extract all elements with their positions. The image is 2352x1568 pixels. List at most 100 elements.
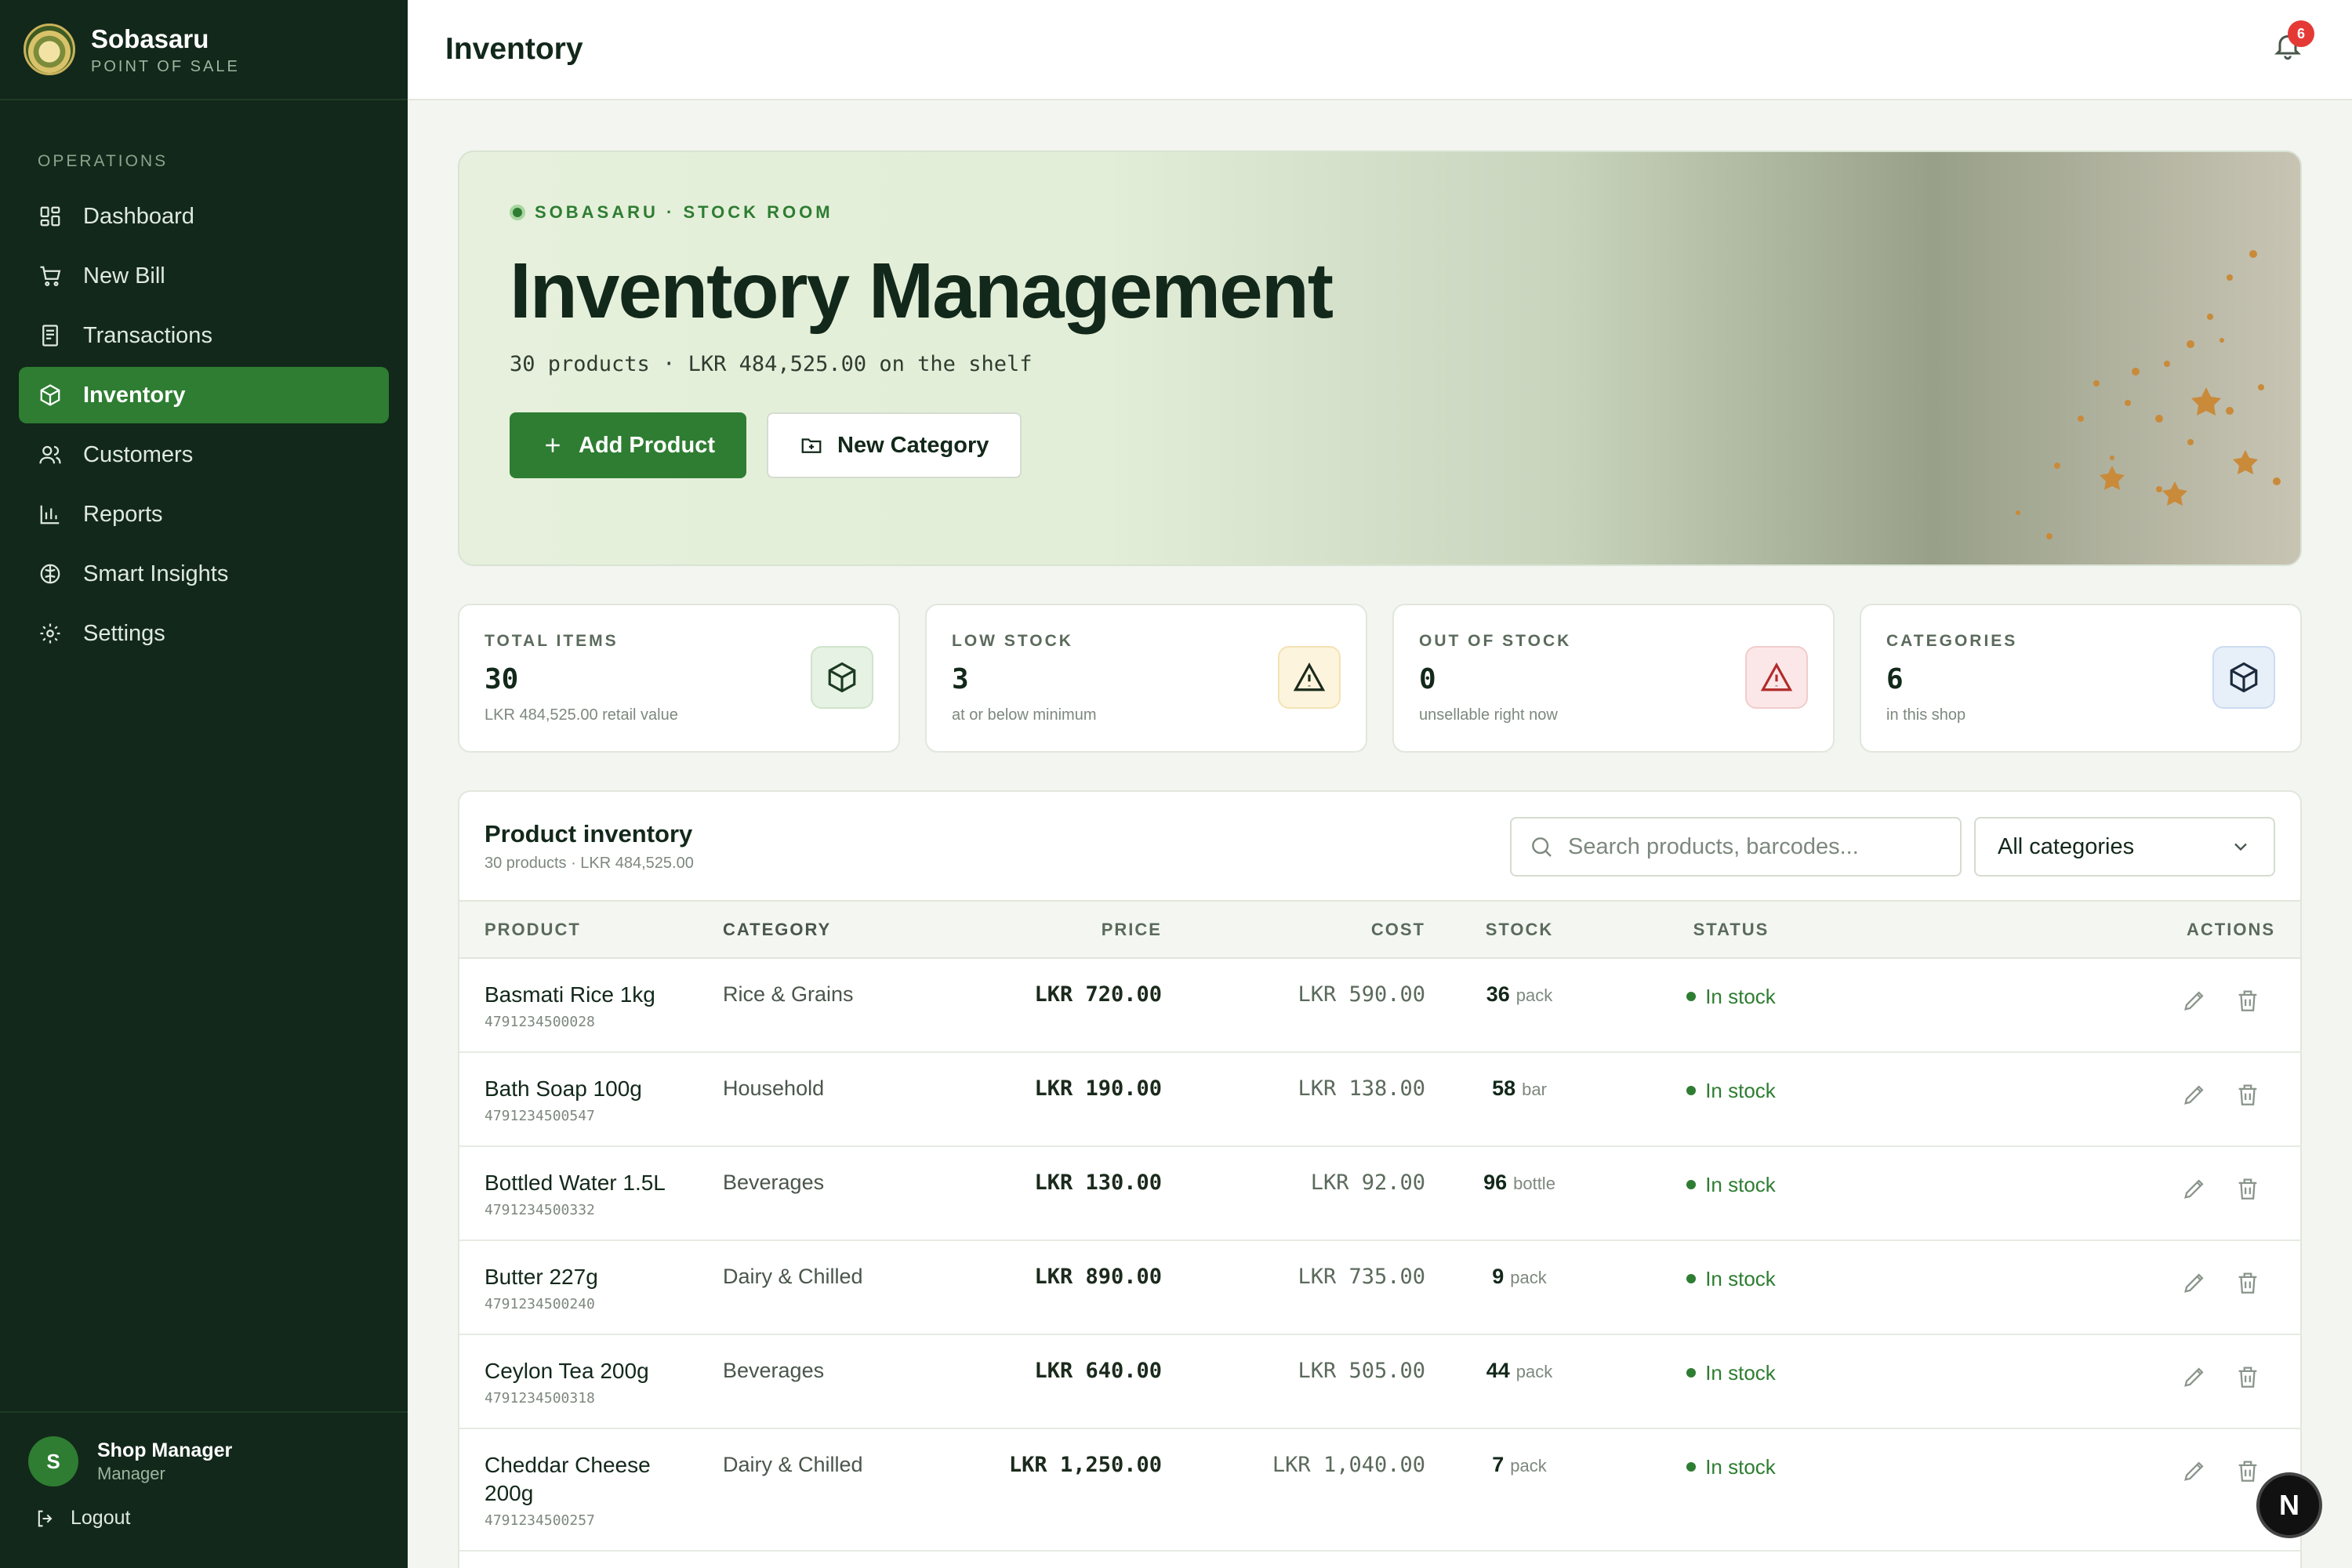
product-price: LKR 190.00: [958, 1052, 1162, 1147]
top-bar: Inventory 6: [408, 0, 2352, 100]
stock-unit: pack: [1515, 985, 1553, 1005]
status-text: In stock: [1705, 1454, 1776, 1479]
product-price: LKR 890.00: [958, 1240, 1162, 1335]
user-name: Shop Manager: [97, 1439, 233, 1461]
table-row[interactable]: Bottled Water 1.5L 4791234500332 Beverage…: [459, 1146, 2300, 1241]
sidebar-item-label: Inventory: [83, 382, 186, 408]
trash-icon: [2238, 1461, 2257, 1482]
delete-button[interactable]: [2234, 1081, 2266, 1112]
pencil-icon: [2184, 1085, 2204, 1105]
column-header-category[interactable]: CATEGORY: [723, 902, 958, 959]
delete-button[interactable]: [2234, 1269, 2266, 1301]
sidebar-item-label: Reports: [83, 501, 163, 527]
edit-button[interactable]: [2181, 1363, 2212, 1395]
product-cost: LKR 1,040.00: [1162, 1428, 1425, 1552]
column-header-cost[interactable]: COST: [1162, 902, 1425, 959]
edit-button[interactable]: [2181, 1175, 2212, 1207]
stock-unit: pack: [1510, 1268, 1547, 1287]
table-row[interactable]: Basmati Rice 1kg 4791234500028 Rice & Gra…: [459, 958, 2300, 1053]
panel-subtitle: 30 products · LKR 484,525.00: [485, 854, 694, 872]
delete-button[interactable]: [2234, 1175, 2266, 1207]
column-header-stock[interactable]: STOCK: [1425, 902, 1613, 959]
page-title: Inventory: [445, 32, 583, 66]
trash-icon: [2238, 990, 2257, 1011]
product-name: Bottled Water 1.5L: [485, 1171, 666, 1195]
delete-button[interactable]: [2234, 1363, 2266, 1395]
sidebar-item-label: Dashboard: [83, 203, 194, 229]
stock-quantity: 9: [1492, 1265, 1504, 1288]
edit-button[interactable]: [2181, 1081, 2212, 1112]
status-badge: In stock: [1686, 1267, 1776, 1291]
new-category-button[interactable]: New Category: [767, 412, 1022, 478]
pencil-icon: [2184, 1273, 2204, 1293]
panel-title: Product inventory: [485, 819, 693, 848]
product-cost: LKR 92.00: [1162, 1146, 1425, 1241]
product-inventory-panel: Product inventory 30 products · LKR 484,…: [458, 790, 2302, 1568]
column-header-status[interactable]: STATUS: [1613, 902, 1849, 959]
add-product-button[interactable]: Add Product: [510, 412, 746, 478]
floating-action-button[interactable]: N: [2256, 1472, 2322, 1538]
status-dot-icon: [510, 205, 525, 220]
decorative-stars: [2016, 250, 2281, 539]
box-icon: [38, 383, 63, 408]
table-row[interactable]: Cheddar Cheese 200g 4791234500257 Dairy &…: [459, 1428, 2300, 1552]
delete-button[interactable]: [2234, 987, 2266, 1018]
product-category: Household: [723, 1052, 958, 1147]
edit-button[interactable]: [2181, 1457, 2212, 1489]
stock-unit: pack: [1515, 1362, 1553, 1381]
sidebar-item-smart-insights[interactable]: Smart Insights: [19, 546, 389, 602]
sidebar-item-new-bill[interactable]: New Bill: [19, 248, 389, 304]
brand-subtitle: POINT OF SALE: [91, 57, 240, 75]
column-header-price[interactable]: PRICE: [958, 902, 1162, 959]
stock-quantity: 36: [1486, 982, 1510, 1006]
table-row[interactable]: Butter 227g 4791234500240 Dairy & Chilled…: [459, 1240, 2300, 1335]
user-role: Manager: [97, 1463, 165, 1483]
category-filter-value: All categories: [1998, 833, 2135, 859]
table-row[interactable]: Ceylon Tea 200g 4791234500318 Beverages L…: [459, 1334, 2300, 1429]
receipt-icon: [38, 323, 63, 348]
sidebar-item-label: New Bill: [83, 263, 165, 289]
search-box[interactable]: [1510, 817, 1962, 877]
sidebar-item-transactions[interactable]: Transactions: [19, 307, 389, 364]
sidebar-item-dashboard[interactable]: Dashboard: [19, 188, 389, 245]
box-icon: [811, 646, 873, 709]
product-price: LKR 640.00: [958, 1334, 1162, 1429]
edit-button[interactable]: [2181, 1269, 2212, 1301]
logout-button[interactable]: Logout: [28, 1507, 379, 1530]
sidebar-item-customers[interactable]: Customers: [19, 426, 389, 483]
status-badge: In stock: [1686, 1079, 1776, 1103]
bar-chart-icon: [38, 502, 63, 527]
column-header-actions: ACTIONS: [1849, 902, 2300, 959]
notifications-button[interactable]: 6: [2272, 20, 2314, 69]
stat-card-out-of-stock: OUT OF STOCK 0 unsellable right now: [1392, 604, 1835, 753]
product-barcode: 4791234500332: [485, 1202, 595, 1218]
panel-header: Product inventory 30 products · LKR 484,…: [459, 792, 2300, 902]
pencil-icon: [2184, 1461, 2204, 1481]
pencil-icon: [2184, 1179, 2204, 1199]
delete-button[interactable]: [2234, 1457, 2266, 1489]
category-filter[interactable]: All categories: [1974, 817, 2275, 877]
stock-quantity: 58: [1492, 1076, 1516, 1100]
column-header-product[interactable]: PRODUCT: [459, 902, 723, 959]
product-barcode: 4791234500240: [485, 1296, 595, 1312]
product-cost: LKR 138.00: [1162, 1052, 1425, 1147]
product-cost: LKR 505.00: [1162, 1334, 1425, 1429]
sidebar-item-reports[interactable]: Reports: [19, 486, 389, 543]
product-cost: LKR 735.00: [1162, 1240, 1425, 1335]
sidebar-item-settings[interactable]: Settings: [19, 605, 389, 662]
table-row[interactable]: Bath Soap 100g 4791234500547 Household LK…: [459, 1052, 2300, 1147]
sidebar-item-label: Customers: [83, 441, 194, 467]
sidebar: Sobasaru POINT OF SALE OPERATIONS Dashbo…: [0, 0, 408, 1568]
sidebar-item-inventory[interactable]: Inventory: [19, 367, 389, 423]
search-input[interactable]: [1568, 833, 1944, 860]
product-category: Beverages: [723, 1334, 958, 1429]
edit-button[interactable]: [2181, 987, 2212, 1018]
status-badge: In stock: [1686, 985, 1776, 1009]
user-profile[interactable]: S Shop Manager Manager: [28, 1436, 379, 1486]
stat-card-categories: CATEGORIES 6 in this shop: [1860, 604, 2302, 753]
product-category: Rice & Grains: [723, 958, 958, 1053]
dashboard-icon: [38, 204, 63, 229]
box-icon: [2212, 646, 2275, 709]
sidebar-footer: S Shop Manager Manager Logout: [0, 1411, 408, 1568]
status-text: In stock: [1705, 1078, 1776, 1102]
